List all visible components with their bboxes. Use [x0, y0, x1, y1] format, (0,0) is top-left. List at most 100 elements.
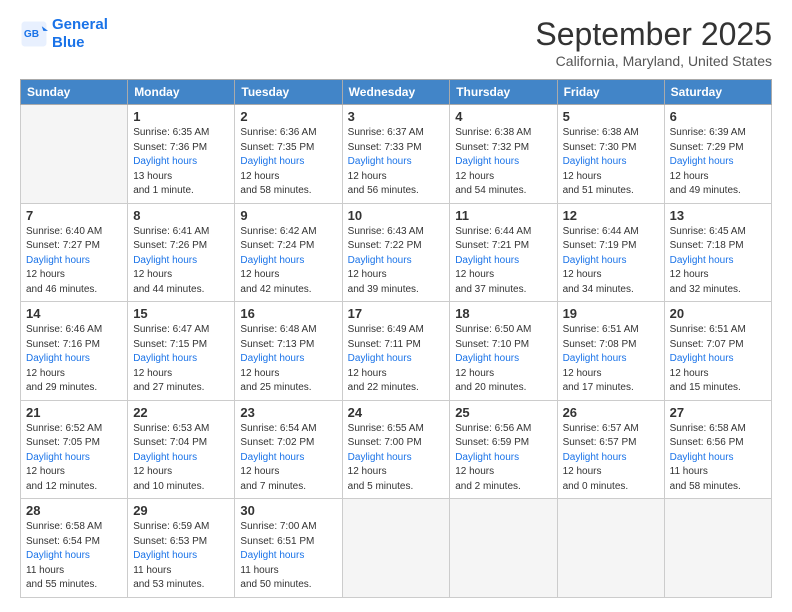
sunset-text: Sunset: 6:53 PM — [133, 535, 229, 550]
week-row-2: 7Sunrise: 6:40 AMSunset: 7:27 PMDaylight… — [21, 203, 772, 302]
daylight-value-line1: 11 hours — [670, 465, 766, 480]
day-info: Sunrise: 6:44 AMSunset: 7:21 PMDaylight … — [455, 225, 551, 298]
daylight-label: Daylight hours — [26, 451, 122, 466]
daylight-label: Daylight hours — [455, 451, 551, 466]
day-number: 9 — [240, 208, 336, 223]
day-cell: 6Sunrise: 6:39 AMSunset: 7:29 PMDaylight… — [664, 105, 771, 204]
day-number: 8 — [133, 208, 229, 223]
day-number: 21 — [26, 405, 122, 420]
daylight-label: Daylight hours — [563, 451, 659, 466]
day-number: 5 — [563, 109, 659, 124]
day-info: Sunrise: 6:58 AMSunset: 6:56 PMDaylight … — [670, 422, 766, 495]
page: GB General Blue September 2025 Californi… — [0, 0, 792, 612]
day-cell: 3Sunrise: 6:37 AMSunset: 7:33 PMDaylight… — [342, 105, 450, 204]
sunrise-text: Sunrise: 6:38 AM — [563, 126, 659, 141]
sunrise-text: Sunrise: 6:59 AM — [133, 520, 229, 535]
day-cell: 11Sunrise: 6:44 AMSunset: 7:21 PMDayligh… — [450, 203, 557, 302]
daylight-label: Daylight hours — [348, 254, 445, 269]
day-cell: 9Sunrise: 6:42 AMSunset: 7:24 PMDaylight… — [235, 203, 342, 302]
day-info: Sunrise: 6:37 AMSunset: 7:33 PMDaylight … — [348, 126, 445, 199]
day-number: 29 — [133, 503, 229, 518]
sunrise-text: Sunrise: 6:58 AM — [26, 520, 122, 535]
daylight-label: Daylight hours — [240, 155, 336, 170]
daylight-value-line2: and 2 minutes. — [455, 480, 551, 495]
sunset-text: Sunset: 7:13 PM — [240, 338, 336, 353]
day-cell: 16Sunrise: 6:48 AMSunset: 7:13 PMDayligh… — [235, 302, 342, 401]
day-info: Sunrise: 6:43 AMSunset: 7:22 PMDaylight … — [348, 225, 445, 298]
day-number: 17 — [348, 306, 445, 321]
day-cell: 5 Sunrise: 6:38 AMSunset: 7:30 PMDaylight… — [557, 105, 664, 204]
day-info: Sunrise: 6:58 AMSunset: 6:54 PMDaylight … — [26, 520, 122, 593]
day-info: Sunrise: 6:39 AMSunset: 7:29 PMDaylight … — [670, 126, 766, 199]
day-cell: 22Sunrise: 6:53 AMSunset: 7:04 PMDayligh… — [128, 400, 235, 499]
daylight-value-line1: 12 hours — [348, 465, 445, 480]
daylight-label: Daylight hours — [240, 549, 336, 564]
daylight-label: Daylight hours — [455, 254, 551, 269]
logo: GB General Blue — [20, 16, 108, 52]
day-number: 28 — [26, 503, 122, 518]
sunset-text: Sunset: 7:07 PM — [670, 338, 766, 353]
day-info: Sunrise: 6:52 AMSunset: 7:05 PMDaylight … — [26, 422, 122, 495]
sunset-text: Sunset: 7:22 PM — [348, 239, 445, 254]
day-number: 26 — [563, 405, 659, 420]
sunrise-text: Sunrise: 6:55 AM — [348, 422, 445, 437]
day-info: Sunrise: 6:55 AMSunset: 7:00 PMDaylight … — [348, 422, 445, 495]
day-info: Sunrise: 6:53 AMSunset: 7:04 PMDaylight … — [133, 422, 229, 495]
day-cell: 20Sunrise: 6:51 AMSunset: 7:07 PMDayligh… — [664, 302, 771, 401]
col-header-saturday: Saturday — [664, 80, 771, 105]
sunset-text: Sunset: 7:29 PM — [670, 141, 766, 156]
daylight-value-line1: 12 hours — [455, 170, 551, 185]
sunset-text: Sunset: 7:27 PM — [26, 239, 122, 254]
daylight-label: Daylight hours — [563, 155, 659, 170]
daylight-label: Daylight hours — [26, 549, 122, 564]
daylight-value-line1: 12 hours — [348, 268, 445, 283]
daylight-label: Daylight hours — [240, 254, 336, 269]
sunset-text: Sunset: 6:57 PM — [563, 436, 659, 451]
sunrise-text: Sunrise: 6:47 AM — [133, 323, 229, 338]
sunrise-text: Sunrise: 6:44 AM — [563, 225, 659, 240]
daylight-label: Daylight hours — [133, 549, 229, 564]
daylight-value-line2: and 46 minutes. — [26, 283, 122, 298]
sunset-text: Sunset: 7:16 PM — [26, 338, 122, 353]
sunset-text: Sunset: 7:04 PM — [133, 436, 229, 451]
daylight-value-line2: and 7 minutes. — [240, 480, 336, 495]
sunset-text: Sunset: 7:10 PM — [455, 338, 551, 353]
sunrise-text: Sunrise: 6:41 AM — [133, 225, 229, 240]
daylight-label: Daylight hours — [133, 352, 229, 367]
day-cell: 12Sunrise: 6:44 AMSunset: 7:19 PMDayligh… — [557, 203, 664, 302]
daylight-value-line2: and 39 minutes. — [348, 283, 445, 298]
sunset-text: Sunset: 6:51 PM — [240, 535, 336, 550]
calendar: SundayMondayTuesdayWednesdayThursdayFrid… — [20, 79, 772, 598]
day-info: Sunrise: 6:56 AMSunset: 6:59 PMDaylight … — [455, 422, 551, 495]
daylight-value-line1: 12 hours — [26, 465, 122, 480]
daylight-value-line2: and 12 minutes. — [26, 480, 122, 495]
day-number: 20 — [670, 306, 766, 321]
sunset-text: Sunset: 7:05 PM — [26, 436, 122, 451]
daylight-label: Daylight hours — [670, 155, 766, 170]
daylight-value-line1: 12 hours — [26, 268, 122, 283]
day-info: Sunrise: 6:38 AMSunset: 7:30 PMDaylight … — [563, 126, 659, 199]
daylight-value-line2: and 5 minutes. — [348, 480, 445, 495]
day-number: 24 — [348, 405, 445, 420]
header: GB General Blue September 2025 Californi… — [20, 16, 772, 69]
day-info: Sunrise: 6:45 AMSunset: 7:18 PMDaylight … — [670, 225, 766, 298]
sunrise-text: Sunrise: 6:43 AM — [348, 225, 445, 240]
sunrise-text: Sunrise: 6:45 AM — [670, 225, 766, 240]
day-info: Sunrise: 6:40 AMSunset: 7:27 PMDaylight … — [26, 225, 122, 298]
daylight-value-line2: and 25 minutes. — [240, 381, 336, 396]
sunset-text: Sunset: 7:36 PM — [133, 141, 229, 156]
daylight-label: Daylight hours — [455, 155, 551, 170]
day-cell: 25Sunrise: 6:56 AMSunset: 6:59 PMDayligh… — [450, 400, 557, 499]
daylight-value-line1: 12 hours — [563, 268, 659, 283]
sunset-text: Sunset: 6:59 PM — [455, 436, 551, 451]
day-cell: 14Sunrise: 6:46 AMSunset: 7:16 PMDayligh… — [21, 302, 128, 401]
sunrise-text: Sunrise: 6:46 AM — [26, 323, 122, 338]
daylight-value-line1: 12 hours — [240, 465, 336, 480]
daylight-label: Daylight hours — [133, 254, 229, 269]
day-info: Sunrise: 6:41 AMSunset: 7:26 PMDaylight … — [133, 225, 229, 298]
daylight-value-line1: 12 hours — [240, 268, 336, 283]
daylight-value-line1: 12 hours — [133, 465, 229, 480]
day-number: 1 — [133, 109, 229, 124]
daylight-value-line1: 12 hours — [563, 170, 659, 185]
daylight-value-line2: and 32 minutes. — [670, 283, 766, 298]
